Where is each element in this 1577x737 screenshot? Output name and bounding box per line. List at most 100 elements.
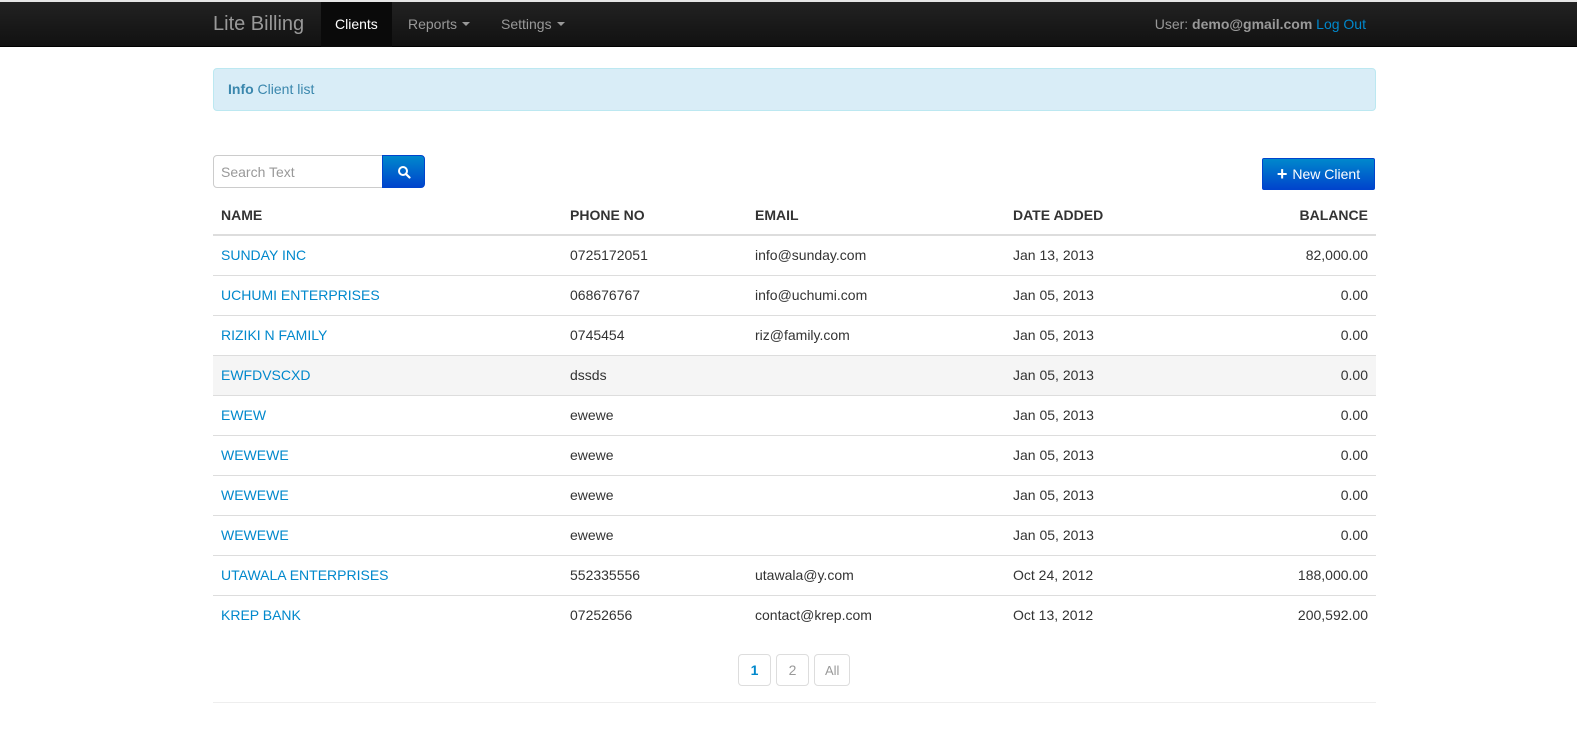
cell-phone: ewewe	[562, 474, 747, 515]
client-name-link[interactable]: WEWEWE	[221, 487, 289, 503]
client-phone: 552335556	[570, 567, 641, 583]
footer-divider	[213, 702, 1376, 703]
client-balance: 0.00	[1340, 367, 1368, 383]
client-date-added: Jan 05, 2013	[1013, 367, 1094, 383]
cell-balance: 0.00	[1205, 474, 1376, 515]
table-row[interactable]: UCHUMI ENTERPRISES 068676767 info@uchumi.c…	[213, 274, 1376, 315]
cell-phone: 068676767	[562, 274, 747, 315]
client-phone: ewewe	[570, 447, 614, 463]
client-email: contact@krep.com	[755, 607, 872, 624]
cell-email: utawala@y.com	[747, 554, 1005, 595]
info-alert: Info Client list	[213, 68, 1376, 111]
cell-name: KREP BANK	[213, 594, 562, 635]
cell-date: Jan 05, 2013	[1005, 394, 1205, 435]
alert-message: Client list	[257, 81, 315, 97]
table-row[interactable]: WEWEWE ewewe Jan 05, 2013 0.00	[213, 474, 1376, 515]
cell-email	[747, 514, 1005, 555]
client-date-added: Oct 24, 2012	[1013, 567, 1094, 583]
cell-name: EWFDVSCXD	[213, 354, 562, 395]
cell-balance: 0.00	[1205, 394, 1376, 435]
cell-name: WEWEWE	[213, 514, 562, 555]
client-name-link[interactable]: WEWEWE	[221, 447, 289, 463]
client-name-link[interactable]: EWFDVSCXD	[221, 367, 310, 383]
client-date-added: Jan 05, 2013	[1013, 447, 1094, 463]
logout-link[interactable]: Log Out	[1316, 16, 1366, 32]
page-2-button[interactable]: 2	[776, 654, 809, 686]
cell-name: WEWEWE	[213, 434, 562, 475]
client-balance: 0.00	[1340, 487, 1368, 503]
table-row[interactable]: WEWEWE ewewe Jan 05, 2013 0.00	[213, 514, 1376, 555]
new-client-button[interactable]: + New Client	[1262, 158, 1375, 190]
search-button[interactable]	[382, 155, 425, 188]
cell-phone: ewewe	[562, 434, 747, 475]
cell-email: riz@family.com	[747, 314, 1005, 355]
table-row[interactable]: RIZIKI N FAMILY 0745454 riz@family.com Jan …	[213, 314, 1376, 355]
client-phone: 07252656	[570, 607, 633, 624]
column-header-email[interactable]: EMAIL	[747, 195, 1005, 236]
cell-date: Jan 05, 2013	[1005, 474, 1205, 515]
client-name-link[interactable]: WEWEWE	[221, 527, 289, 543]
user-prefix: User:	[1154, 16, 1189, 32]
client-balance: 0.00	[1340, 407, 1368, 423]
top-navbar: Lite Billing Clients Reports Settings Us…	[0, 0, 1577, 47]
client-name-link[interactable]: SUNDAY INC	[221, 247, 306, 263]
client-email: riz@family.com	[755, 327, 850, 343]
client-name-link[interactable]: RIZIKI N FAMILY	[221, 327, 327, 343]
column-header-name[interactable]: NAME	[213, 195, 562, 236]
cell-name: SUNDAY INC	[213, 234, 562, 275]
page-1-button[interactable]: 1	[738, 654, 771, 686]
client-name-link[interactable]: EWEW	[221, 407, 266, 423]
cell-phone: 0745454	[562, 314, 747, 355]
column-header-date[interactable]: DATE ADDED	[1005, 195, 1205, 236]
client-name-link[interactable]: UTAWALA ENTERPRISES	[221, 567, 389, 583]
table-row[interactable]: SUNDAY INC 0725172051 info@sunday.com Jan 1…	[213, 234, 1376, 275]
client-balance: 0.00	[1340, 287, 1368, 303]
cell-date: Jan 05, 2013	[1005, 354, 1205, 395]
search-icon	[397, 165, 411, 179]
table-row[interactable]: EWFDVSCXD dssds Jan 05, 2013 0.00	[213, 354, 1376, 395]
cell-phone: ewewe	[562, 514, 747, 555]
table-row[interactable]: KREP BANK 07252656 contact@krep.com Oct 13,…	[213, 594, 1376, 635]
client-phone: 0745454	[570, 327, 625, 343]
column-header-balance[interactable]: BALANCE	[1205, 195, 1376, 236]
column-header-phone[interactable]: PHONE NO	[562, 195, 747, 236]
cell-email: info@sunday.com	[747, 234, 1005, 275]
brand-logo[interactable]: Lite Billing	[213, 2, 304, 47]
table-row[interactable]: EWEW ewewe Jan 05, 2013 0.00	[213, 394, 1376, 435]
client-balance: 0.00	[1340, 447, 1368, 463]
cell-date: Oct 13, 2012	[1005, 594, 1205, 635]
cell-date: Jan 05, 2013	[1005, 434, 1205, 475]
table-row[interactable]: WEWEWE ewewe Jan 05, 2013 0.00	[213, 434, 1376, 475]
alert-title: Info	[228, 81, 254, 97]
client-email: info@uchumi.com	[755, 287, 868, 303]
client-name-link[interactable]: UCHUMI ENTERPRISES	[221, 287, 380, 303]
clients-table: NAME PHONE NO EMAIL DATE ADDED BALANCE S…	[213, 195, 1376, 635]
client-phone: 068676767	[570, 287, 641, 303]
pagination: 1 2 All	[738, 654, 851, 686]
client-date-added: Jan 05, 2013	[1013, 407, 1094, 423]
page-all-button[interactable]: All	[814, 654, 851, 686]
search-input[interactable]	[213, 155, 383, 188]
client-date-added: Jan 13, 2013	[1013, 247, 1094, 264]
cell-phone: 552335556	[562, 554, 747, 595]
cell-phone: ewewe	[562, 394, 747, 435]
cell-name: WEWEWE	[213, 474, 562, 515]
cell-balance: 82,000.00	[1205, 234, 1376, 275]
nav-clients[interactable]: Clients	[321, 2, 392, 47]
nav-reports[interactable]: Reports	[394, 2, 484, 47]
nav-settings[interactable]: Settings	[487, 2, 579, 47]
cell-email	[747, 434, 1005, 475]
client-phone: ewewe	[570, 527, 614, 543]
client-balance: 0.00	[1340, 327, 1368, 343]
client-date-added: Oct 13, 2012	[1013, 607, 1094, 624]
cell-balance: 200,592.00	[1205, 594, 1376, 635]
cell-email	[747, 394, 1005, 435]
cell-balance: 0.00	[1205, 274, 1376, 315]
table-row[interactable]: UTAWALA ENTERPRISES 552335556 utawala@y.co…	[213, 554, 1376, 595]
nav-settings-label: Settings	[501, 16, 552, 32]
cell-date: Jan 05, 2013	[1005, 314, 1205, 355]
cell-name: RIZIKI N FAMILY	[213, 314, 562, 355]
cell-date: Jan 05, 2013	[1005, 274, 1205, 315]
client-date-added: Jan 05, 2013	[1013, 527, 1094, 543]
client-name-link[interactable]: KREP BANK	[221, 607, 301, 623]
